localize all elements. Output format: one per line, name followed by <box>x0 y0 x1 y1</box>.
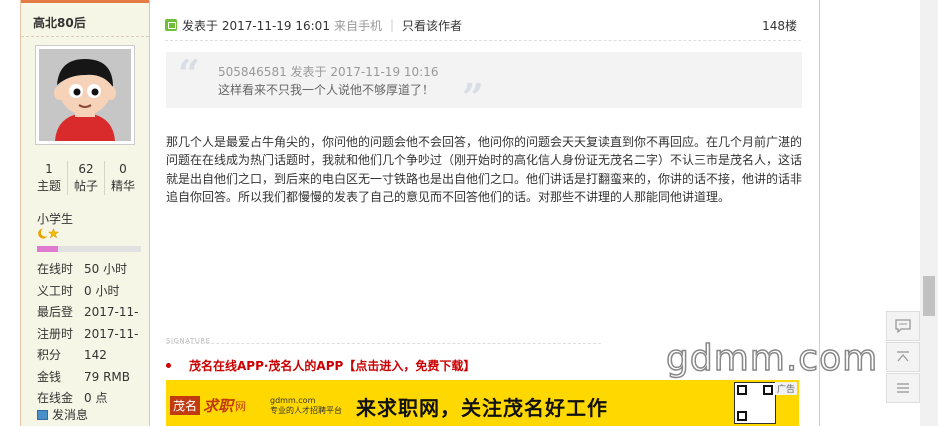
username-link[interactable]: 高北80后 <box>33 14 86 31</box>
info-key: 注册时 <box>37 326 74 341</box>
user-profile-panel: 高北80后 1 主题 62 帖子 0 精华 小学生 在线时 50 小时 义工时 … <box>20 0 150 426</box>
banner-site: gdmm.com 专业的人才招聘平台 <box>270 396 342 416</box>
avatar-image <box>39 49 131 141</box>
banner-site-sub: 专业的人才招聘平台 <box>270 406 342 415</box>
forum-page: 高北80后 1 主题 62 帖子 0 精华 小学生 在线时 50 小时 义工时 … <box>0 0 938 426</box>
quote-block: “ 505846581 发表于 2017-11-19 10:16 这样看来不只我… <box>166 51 802 118</box>
comment-icon[interactable] <box>886 311 920 341</box>
job-ad-banner[interactable]: 茂名 求职 网 gdmm.com 专业的人才招聘平台 来求职网，关注茂名好工作 … <box>166 380 799 426</box>
back-to-top-icon[interactable] <box>886 342 920 372</box>
send-message-label: 发消息 <box>52 408 89 422</box>
envelope-icon <box>37 409 48 420</box>
signature-app-link[interactable]: 茂名在线APP·茂名人的APP【点击进入，免费下载】 <box>189 357 475 374</box>
signature-divider <box>166 343 601 344</box>
scrollbar-thumb[interactable] <box>923 276 935 316</box>
info-value: 0 小时 <box>84 283 120 298</box>
stat-label: 主题 <box>36 179 61 193</box>
stat-number: 0 <box>119 162 127 176</box>
logo-box: 茂名 <box>170 396 201 415</box>
info-value: 50 小时 <box>84 262 128 276</box>
stat-label: 帖子 <box>73 179 98 193</box>
info-key: 义工时 <box>37 283 74 298</box>
stat-label: 精华 <box>110 179 135 193</box>
signature-item: 茂名在线APP·茂名人的APP【点击进入，免费下载】 <box>166 357 475 374</box>
banner-slogan: 来求职网，关注茂名好工作 <box>356 396 608 420</box>
logo-suffix: 网 <box>235 399 247 413</box>
divider <box>21 36 149 37</box>
info-value: 2017-11- <box>84 326 139 341</box>
banner-logo: 茂名 求职 网 <box>170 395 246 416</box>
avatar[interactable] <box>35 45 135 145</box>
info-key: 在线时 <box>37 262 74 276</box>
qr-code-icon <box>734 382 776 424</box>
info-key: 最后登 <box>37 305 74 319</box>
info-key: 积分 <box>37 348 62 362</box>
ad-tag: 广告 <box>774 382 797 395</box>
info-value: 2017-11- <box>84 305 139 319</box>
info-row-money: 金钱 79 RMB <box>37 367 149 389</box>
open-quote-icon: “ <box>178 51 200 96</box>
bullet-icon <box>166 363 171 368</box>
profile-top-bar <box>21 0 149 3</box>
quote-meta: 505846581 发表于 2017-11-19 10:16 <box>218 65 439 79</box>
moon-star-icon <box>37 227 60 242</box>
stat-number: 62 <box>78 162 94 176</box>
floating-toolbar <box>886 311 920 404</box>
user-info-list: 在线时 50 小时 义工时 0 小时 最后登 2017-11- 注册时 2017… <box>37 259 149 410</box>
stat-number: 1 <box>45 162 53 176</box>
stat-digest[interactable]: 0 精华 <box>104 161 141 195</box>
level-progress-fill <box>37 246 58 252</box>
logo-text: 求职 <box>203 397 234 415</box>
info-row-online: 在线时 50 小时 <box>37 259 149 281</box>
post-body: 那几个人是最爱占牛角尖的，你问他的问题会他不会回答，他问你的问题会天天复读直到你… <box>166 135 803 205</box>
post-timestamp: 发表于 2017-11-19 16:01 <box>182 18 330 33</box>
left-gutter <box>0 0 20 426</box>
user-stats: 1 主题 62 帖子 0 精华 <box>31 161 141 195</box>
stat-topics[interactable]: 1 主题 <box>31 161 67 195</box>
banner-site-url: gdmm.com <box>270 396 316 405</box>
stat-posts[interactable]: 62 帖子 <box>67 161 104 195</box>
send-message-link[interactable]: 发消息 <box>37 406 88 423</box>
close-quote-icon: ” <box>462 75 484 120</box>
post-source: 来自手机 <box>333 18 382 33</box>
info-key: 金钱 <box>37 369 62 384</box>
info-row-volunteer: 义工时 0 小时 <box>37 281 149 303</box>
info-row-last-login: 最后登 2017-11- <box>37 302 149 324</box>
level-progress-bar <box>37 246 141 252</box>
watermark: gdmm.com <box>665 337 879 380</box>
info-value: 79 RMB <box>84 369 131 384</box>
online-status-icon <box>165 19 177 31</box>
scrollbar-track[interactable] <box>920 0 938 426</box>
info-value: 142 <box>84 348 107 362</box>
info-row-points: 积分 142 <box>37 345 149 367</box>
info-row-registered: 注册时 2017-11- <box>37 324 149 346</box>
author-only-link[interactable]: 只看该作者 <box>402 17 462 34</box>
list-icon[interactable] <box>886 373 920 403</box>
header-divider: | <box>389 18 395 32</box>
info-value: 0 点 <box>84 391 108 405</box>
floor-number[interactable]: 148楼 <box>762 17 797 34</box>
post-header: 发表于 2017-11-19 16:01 来自手机 | 只看该作者 148楼 <box>165 16 797 34</box>
user-rank[interactable]: 小学生 <box>37 210 73 227</box>
divider <box>165 40 801 41</box>
quote-text: 这样看来不只我一个人说他不够厚道了！ <box>218 83 435 97</box>
